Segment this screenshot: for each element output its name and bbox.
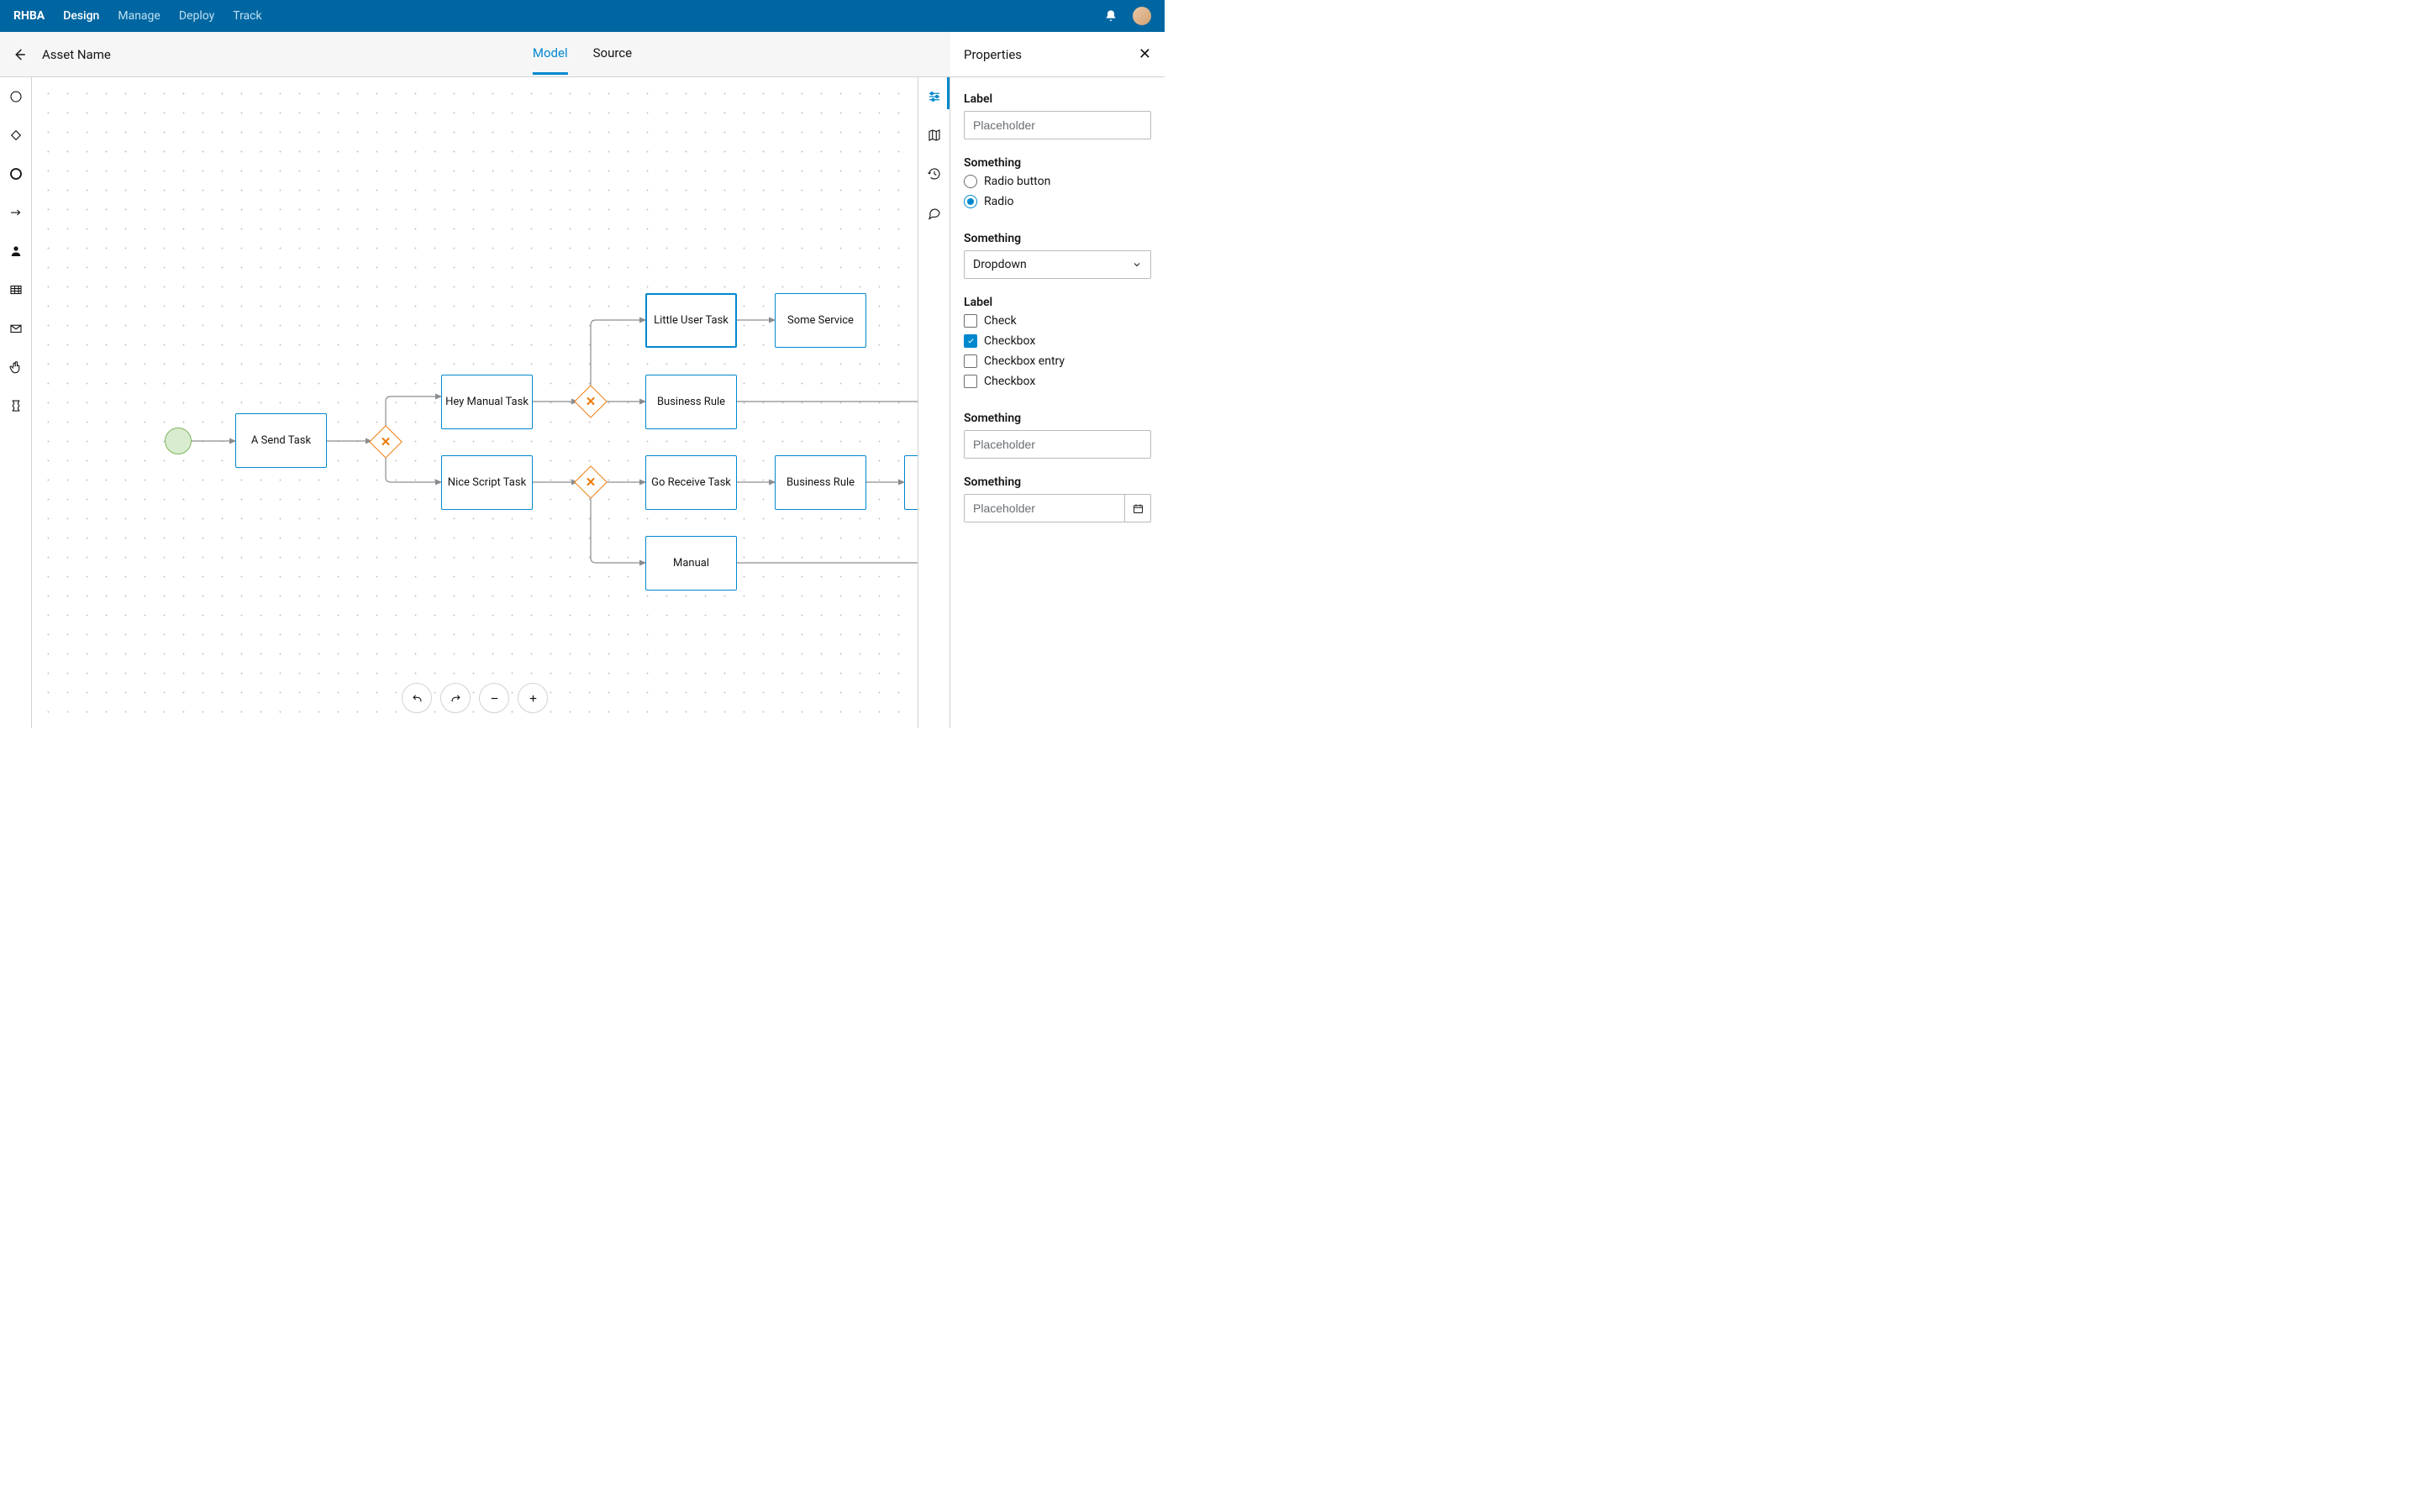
date-picker-button[interactable] xyxy=(1125,494,1151,522)
label-input[interactable] xyxy=(964,111,1151,139)
checkbox-icon xyxy=(964,375,977,388)
rail-properties-icon[interactable] xyxy=(927,89,942,104)
node-send-task[interactable]: A Send Task xyxy=(235,413,327,468)
node-start-event[interactable] xyxy=(165,428,192,454)
zoom-out-button[interactable] xyxy=(479,683,509,713)
field-text-2: Something xyxy=(964,412,1151,459)
tool-message-icon[interactable] xyxy=(8,321,24,336)
node-service[interactable]: Some Service xyxy=(775,293,866,348)
field-checkbox-group: Label Check Checkbox Checkbox entry Chec… xyxy=(964,296,1151,395)
checkbox-icon xyxy=(964,354,977,368)
node-gateway-1[interactable]: ✕ xyxy=(373,429,398,454)
chevron-down-icon xyxy=(1132,260,1142,270)
nav-design[interactable]: Design xyxy=(63,9,99,23)
field-radio-group: Something Radio button Radio xyxy=(964,156,1151,215)
main: A Send Task ✕ Hey Manual Task Nice Scrip… xyxy=(0,77,1165,728)
checkbox-label: Checkbox xyxy=(984,375,1035,388)
field-dropdown: Something Dropdown xyxy=(964,232,1151,279)
subheader-left: Asset Name xyxy=(0,47,111,62)
dropdown-select[interactable]: Dropdown xyxy=(964,250,1151,279)
radio-group-label: Something xyxy=(964,156,1151,170)
checkbox-label: Check xyxy=(984,314,1017,328)
subheader-tabs: Model Source xyxy=(533,32,632,76)
node-manual-task[interactable]: Hey Manual Task xyxy=(441,375,533,429)
calendar-icon xyxy=(1132,502,1144,515)
rail-history-icon[interactable] xyxy=(927,166,942,181)
tab-model[interactable]: Model xyxy=(533,32,568,76)
top-nav-right xyxy=(1104,7,1151,25)
checkbox-icon xyxy=(964,314,977,328)
tool-hand-icon[interactable] xyxy=(8,360,24,375)
undo-button[interactable] xyxy=(402,683,432,713)
redo-button[interactable] xyxy=(440,683,471,713)
rail-comments-icon[interactable] xyxy=(927,205,942,220)
canvas[interactable]: A Send Task ✕ Hey Manual Task Nice Scrip… xyxy=(32,77,918,728)
node-manual-2[interactable]: Manual xyxy=(645,536,737,591)
node-last[interactable]: Last xyxy=(904,455,918,510)
dropdown-value: Dropdown xyxy=(973,258,1027,271)
checkbox-option-1[interactable]: Checkbox xyxy=(964,334,1151,348)
top-nav: RHBA Design Manage Deploy Track xyxy=(0,0,1165,32)
properties-body: Label Something Radio button Radio Somet… xyxy=(950,77,1165,538)
tool-gateway-icon[interactable] xyxy=(8,128,24,143)
radio-icon xyxy=(964,175,977,188)
top-nav-left: RHBA Design Manage Deploy Track xyxy=(13,9,262,23)
date-input[interactable] xyxy=(964,494,1125,522)
properties-panel: Properties ✕ Label Something Radio butto… xyxy=(950,77,1165,728)
properties-title: Properties xyxy=(964,47,1022,62)
checkbox-option-3[interactable]: Checkbox xyxy=(964,375,1151,388)
checkbox-option-2[interactable]: Checkbox entry xyxy=(964,354,1151,368)
radio-icon xyxy=(964,195,977,208)
rail-map-icon[interactable] xyxy=(927,128,942,143)
bottom-controls xyxy=(402,683,548,713)
zoom-in-button[interactable] xyxy=(518,683,548,713)
tool-user-icon[interactable] xyxy=(8,244,24,259)
node-business-rule-2[interactable]: Business Rule xyxy=(775,455,866,510)
tool-connector-icon[interactable] xyxy=(8,205,24,220)
node-business-rule-1[interactable]: Business Rule xyxy=(645,375,737,429)
text2-input[interactable] xyxy=(964,430,1151,459)
checkbox-icon xyxy=(964,334,977,348)
checkbox-label: Checkbox xyxy=(984,334,1035,348)
radio-label: Radio button xyxy=(984,175,1050,188)
checkbox-label: Checkbox entry xyxy=(984,354,1065,368)
node-gateway-3[interactable]: ✕ xyxy=(578,470,603,495)
text2-label: Something xyxy=(964,412,1151,425)
node-receive-task[interactable]: Go Receive Task xyxy=(645,455,737,510)
radio-label: Radio xyxy=(984,195,1014,208)
node-script-task[interactable]: Nice Script Task xyxy=(441,455,533,510)
radio-option-1[interactable]: Radio xyxy=(964,195,1151,208)
dropdown-label: Something xyxy=(964,232,1151,245)
node-user-task[interactable]: Little User Task xyxy=(645,293,737,348)
date-label: Something xyxy=(964,475,1151,489)
brand: RHBA xyxy=(13,9,45,23)
nav-manage[interactable]: Manage xyxy=(118,9,160,23)
radio-option-0[interactable]: Radio button xyxy=(964,175,1151,188)
node-gateway-2[interactable]: ✕ xyxy=(578,389,603,414)
checkbox-option-0[interactable]: Check xyxy=(964,314,1151,328)
close-icon[interactable]: ✕ xyxy=(1139,45,1151,63)
field-label-text: Label xyxy=(964,92,1151,106)
tool-end-event-icon[interactable] xyxy=(8,166,24,181)
tab-source[interactable]: Source xyxy=(593,32,632,76)
bell-icon[interactable] xyxy=(1104,9,1118,23)
tool-table-icon[interactable] xyxy=(8,282,24,297)
field-date: Something xyxy=(964,475,1151,522)
avatar[interactable] xyxy=(1133,7,1151,25)
left-toolbar xyxy=(0,77,32,728)
right-rail xyxy=(918,77,950,728)
tool-script-icon[interactable] xyxy=(8,398,24,413)
checkbox-group-label: Label xyxy=(964,296,1151,309)
back-arrow-icon[interactable] xyxy=(12,47,27,62)
nav-track[interactable]: Track xyxy=(233,9,261,23)
nav-deploy[interactable]: Deploy xyxy=(179,9,214,23)
field-label-1: Label xyxy=(964,92,1151,139)
canvas-wrap: A Send Task ✕ Hey Manual Task Nice Scrip… xyxy=(32,77,918,728)
properties-header: Properties ✕ xyxy=(950,32,1165,77)
asset-name: Asset Name xyxy=(42,47,111,62)
tool-start-event-icon[interactable] xyxy=(8,89,24,104)
